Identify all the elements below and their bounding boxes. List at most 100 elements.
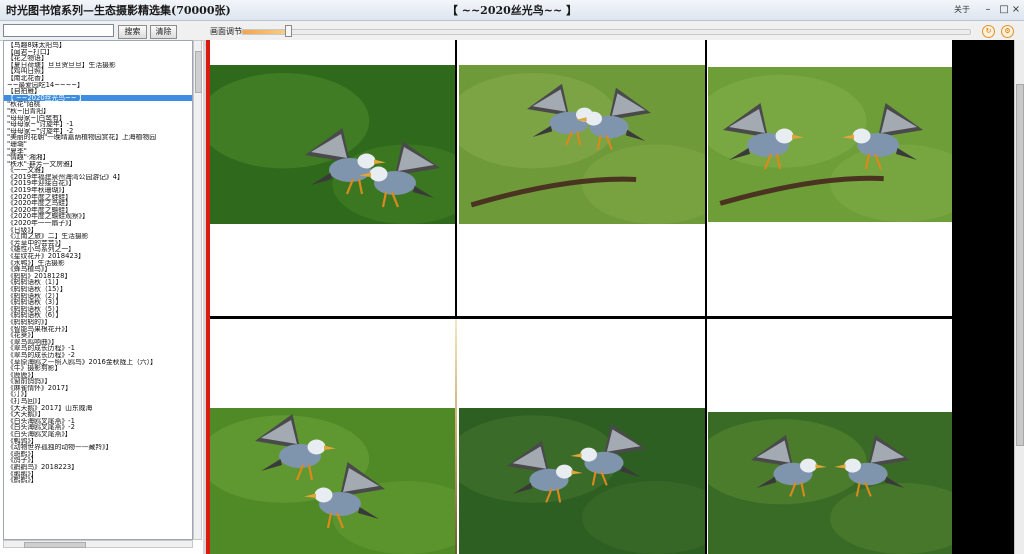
album-list-item[interactable]: "秩水"·群芳—文房雅】 — [4, 161, 192, 168]
photo-gallery — [210, 40, 952, 554]
close-button[interactable]: × — [1008, 2, 1024, 18]
album-list-item[interactable]: 《鹿鹿》】 — [4, 372, 192, 379]
grid-divider — [210, 316, 952, 319]
album-list-item[interactable]: 《2019年福建泉州海湾公园游记》4】 — [4, 174, 192, 181]
album-list-item[interactable]: 《牛》摄影剪影】 — [4, 365, 192, 372]
grid-divider — [705, 40, 707, 554]
album-list-item[interactable]: 《鹅鹅》】 — [4, 471, 192, 478]
album-list-item[interactable]: 《窗前鸽鸽》】 — [4, 378, 192, 385]
album-list-item[interactable]: 《江南之旅》二】生活摄影 — [4, 233, 192, 240]
album-list-item[interactable]: 《鸫鸫语秋（2）】 — [4, 293, 192, 300]
album-list-item[interactable]: 《斑鹤》】 — [4, 451, 192, 458]
album-list-item[interactable]: 【鸡叫日照】 — [4, 68, 192, 75]
album-list-item[interactable]: 《大天鹅》2017】山东威海 — [4, 405, 192, 412]
album-list-item[interactable]: ~~最爱园吃14~~~~】 — [4, 82, 192, 89]
album-list-item[interactable]: 【自拍雁】 — [4, 88, 192, 95]
album-list-item[interactable]: 《2020年度之蟾蛙观察》】 — [4, 213, 192, 220]
album-list-item[interactable]: 《麻雀情怀》2017】 — [4, 385, 192, 392]
gallery-photo-1[interactable] — [210, 65, 455, 224]
album-list-item[interactable]: 《打鸟回》】 — [4, 398, 192, 405]
album-list-item[interactable]: 《鸫鸫鸫的》】 — [4, 319, 192, 326]
album-list-item[interactable]: "秋~旧青阳】 — [4, 108, 192, 115]
album-list-item[interactable]: 《翠鸟鸣响曲》】 — [4, 339, 192, 346]
album-list-items: 【鸟趣8妹太阳鸟】 【闻君~打口】 【花之物语】 【夏日荷塘】旦旦贺旦旦】生活摄影 【鸡… — [4, 42, 192, 484]
album-list-item[interactable]: 《2019年迎接百花》】 — [4, 180, 192, 187]
album-list-item[interactable]: 《一一文雅】 — [4, 167, 192, 174]
album-list-item[interactable]: 《2020年度之蟾蛙】 — [4, 207, 192, 214]
album-list-item[interactable]: 《鸫鸫语秋（3）】 — [4, 299, 192, 306]
album-list-item[interactable]: 《智能鸟果根花开》】 — [4, 326, 192, 333]
gallery-photo-5[interactable] — [459, 408, 705, 554]
settings-icon[interactable]: ⚙ — [1001, 25, 1014, 38]
clear-button[interactable]: 清除 — [150, 25, 177, 39]
album-list-item[interactable]: 《白头海鸥叉尾燕》-2 — [4, 424, 192, 431]
album-list-item[interactable]: 《鸫鸫语秋（6）】 — [4, 312, 192, 319]
title-bar: 时光图书馆系列—生态摄影精选集(70000张) 【 ~~2020丝光鸟~~ 】 … — [0, 0, 1024, 21]
album-list-item[interactable]: "珊瑚" — [4, 141, 192, 148]
sidebar-horizontal-scrollbar[interactable] — [3, 540, 193, 548]
slider-thumb[interactable] — [285, 25, 292, 37]
album-list-item[interactable]: 《翠鸟的成长历程》-2 — [4, 352, 192, 359]
album-list-item[interactable]: "情趣"·湘湘】 — [4, 154, 192, 161]
slider-fill — [242, 30, 286, 34]
gallery-scroll-thumb[interactable] — [1016, 84, 1024, 446]
album-list-item[interactable]: 《翠鸟的成长历程》-1 — [4, 345, 192, 352]
album-list-item[interactable]: 《日级》】 — [4, 227, 192, 234]
album-list-item[interactable]: 《鸫鸫语秋（1）】 — [4, 279, 192, 286]
album-list-item[interactable]: 《鹌鹑》】 — [4, 438, 192, 445]
album-list-item[interactable]: 《鸫鸫》2018128】 — [4, 273, 192, 280]
album-list-item[interactable]: 《草原海鸥之—照人鸥鸟》2016金秋陇上（六）】 — [4, 359, 192, 366]
gallery-photo-4[interactable] — [210, 408, 455, 554]
gallery-vertical-scrollbar[interactable] — [1014, 40, 1024, 554]
sidebar-vertical-scrollbar[interactable] — [193, 40, 202, 540]
search-input[interactable] — [3, 24, 114, 37]
album-list-item[interactable]: 《2020年度之鸟蛙】 — [4, 200, 192, 207]
album-list-item[interactable]: "母母家~|白鹭有】 — [4, 115, 192, 122]
album-list-item[interactable]: 《花葵》】 — [4, 332, 192, 339]
album-list-item[interactable]: 《鸫鸫语秋（15）】 — [4, 286, 192, 293]
album-list-item[interactable]: 【 ~~2020丝光鸟~~ 】 — [4, 94, 192, 102]
sidebar-scroll-thumb[interactable] — [195, 51, 202, 93]
album-list-item[interactable]: 《蜂鸟植鸟》】 — [4, 266, 192, 273]
search-button[interactable]: 搜索 — [118, 25, 147, 39]
album-list-item[interactable]: 《2020年一一扇子》】 — [4, 220, 192, 227]
about-link[interactable]: 关于 — [954, 4, 970, 15]
refresh-icon[interactable]: ↻ — [982, 25, 995, 38]
album-list[interactable]: 【鸟趣8妹太阳鸟】 【闻君~打口】 【花之物语】 【夏日荷塘】旦旦贺旦旦】生活摄影 【鸡… — [3, 40, 193, 540]
album-list-item[interactable]: 《鸽子》】 — [4, 457, 192, 464]
slider-label: 画面调节 — [210, 27, 242, 36]
album-list-item[interactable]: 《白头海鸥叉尾燕》-1 — [4, 418, 192, 425]
album-title: 【 ~~2020丝光鸟~~ 】 — [446, 4, 578, 17]
album-list-item[interactable]: "夏季" — [4, 148, 192, 155]
album-list-item[interactable]: 《芳草中的芸芸》】 — [4, 240, 192, 247]
album-list-item[interactable]: 《汀》】 — [4, 391, 192, 398]
album-list-item[interactable]: 《白头海鸥叉尾燕》】 — [4, 431, 192, 438]
album-list-item[interactable]: "美丽的花朝"—晚晴嘉荫植物园赏花】上海植物园 — [4, 134, 192, 141]
album-list-item[interactable]: 《鹤鹤》】 — [4, 477, 192, 484]
album-list-item[interactable]: 【夏日荷塘】旦旦贺旦旦】生活摄影 — [4, 62, 192, 69]
album-list-item[interactable]: 【花之物语】 — [4, 55, 192, 62]
album-list-item[interactable]: "母母家~"讨旋年】-2 — [4, 128, 192, 135]
gallery-photo-2[interactable] — [459, 65, 705, 224]
viewer-margin — [952, 40, 1014, 554]
sidebar-hscroll-thumb[interactable] — [24, 542, 86, 548]
album-list-item[interactable]: "母母家~"讨旋年】-1 — [4, 121, 192, 128]
album-list-item[interactable]: 《星纹花开》2018423】 — [4, 253, 192, 260]
album-list-item[interactable]: 《2020年度之蛙蛙】 — [4, 194, 192, 201]
album-list-item[interactable]: 《动物世界孤独的动物——藏羚》】 — [4, 444, 192, 451]
album-list-item[interactable]: 《鸫鸫语秋（5）】 — [4, 306, 192, 313]
album-list-item[interactable]: "秋花"陌桃 — [4, 101, 192, 108]
album-list-item[interactable]: 《鹳鹳鸟》2018223】 — [4, 464, 192, 471]
album-list-item[interactable]: 《水鸭》】生活摄影 — [4, 260, 192, 267]
album-list-item[interactable]: 《雄性小鸟系列之一】 — [4, 246, 192, 253]
grid-divider-gold — [455, 319, 457, 554]
album-list-item[interactable]: 【闻君~打口】 — [4, 49, 192, 56]
album-list-item[interactable]: 【鸟趣8妹太阳鸟】 — [4, 42, 192, 49]
gallery-photo-3[interactable] — [708, 67, 952, 222]
image-adjust-slider[interactable] — [241, 29, 971, 35]
album-list-item[interactable]: 【南北花香】 — [4, 75, 192, 82]
minimize-button[interactable]: – — [980, 2, 996, 18]
album-list-item[interactable]: 《大天鹅》】 — [4, 411, 192, 418]
album-list-item[interactable]: 《2019年秋珊瑚》】 — [4, 187, 192, 194]
gallery-photo-6[interactable] — [708, 412, 952, 554]
